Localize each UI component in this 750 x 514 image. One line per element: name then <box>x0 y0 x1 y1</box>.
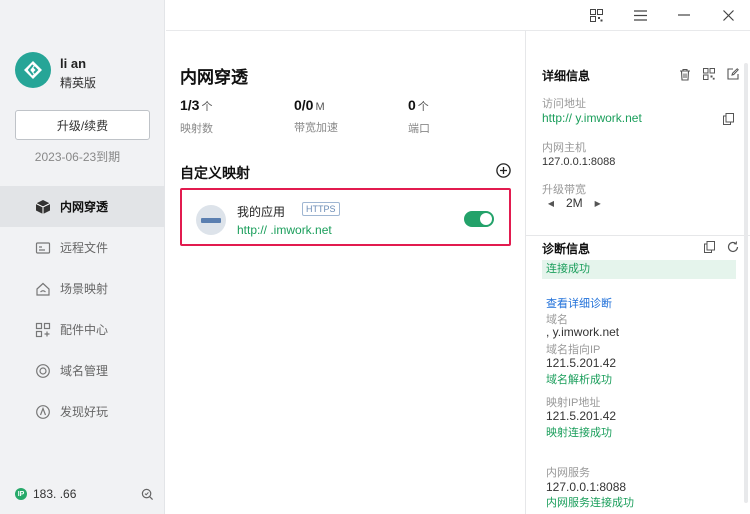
sidebar-nav: 内网穿透 远程文件 场景映射 配件中心 域名管理 发现好玩 <box>0 186 165 432</box>
stat-label: 映射数 <box>180 123 213 135</box>
section-title: 自定义映射 <box>180 165 250 181</box>
details-title: 详细信息 <box>542 69 591 83</box>
edit-icon[interactable] <box>726 67 740 81</box>
access-label: 访问地址 <box>542 98 586 110</box>
sidebar-item-label: 远程文件 <box>60 241 109 255</box>
mapping-name: 我的应用 <box>237 205 286 219</box>
menu-icon[interactable] <box>618 0 662 30</box>
globe-icon <box>34 362 52 380</box>
sidebar-item-discover[interactable]: 发现好玩 <box>0 391 165 432</box>
sidebar-item-label: 场景映射 <box>60 282 109 296</box>
detail-diagnosis-link[interactable]: 查看详细诊断 <box>546 295 612 311</box>
stat-value: 1/3 <box>180 97 200 113</box>
details-toolbar <box>678 67 740 81</box>
user-name: li an <box>60 56 87 71</box>
copy-icon[interactable] <box>722 113 734 125</box>
bandwidth-stepper: ◀ 2M ▶ <box>546 196 603 210</box>
stat-unit: M <box>315 101 325 113</box>
minimize-icon[interactable] <box>662 0 706 30</box>
sidebar-item-tunnel[interactable]: 内网穿透 <box>0 186 165 227</box>
diagnosis-title: 诊断信息 <box>542 242 591 256</box>
expiry-date: 2023-06-23到期 <box>34 150 121 164</box>
sidebar-item-label: 发现好玩 <box>60 405 109 419</box>
sidebar-item-label: 配件中心 <box>60 323 109 337</box>
stat-bandwidth: 0/0 M 带宽加速 <box>294 97 408 136</box>
mapped-ip-value: 121.5.201.42 <box>546 409 617 423</box>
mapping-toggle[interactable] <box>464 211 494 227</box>
protocol-badge: HTTPS <box>302 202 340 216</box>
bandwidth-label: 升级带宽 <box>542 184 586 196</box>
stat-ports: 0个 端口 <box>408 97 522 136</box>
sidebar: li an 精英版 升级/续费 2023-06-23到期 内网穿透 远程文件 场… <box>0 0 165 514</box>
domain-ip-status: 域名解析成功 <box>546 374 612 386</box>
stats-row: 1/3 个 映射数 0/0 M 带宽加速 0个 端口 <box>180 97 522 136</box>
stat-value: 0 <box>408 97 416 113</box>
compass-icon <box>34 403 52 421</box>
page-title: 内网穿透 <box>180 68 248 87</box>
detail-panel: 详细信息 访问地址 http:// y.imwork.net 内网主机 127.… <box>525 30 750 514</box>
copy-icon[interactable] <box>702 240 716 254</box>
trash-icon[interactable] <box>678 67 692 81</box>
service-value: 127.0.0.1:8088 <box>546 480 627 494</box>
refresh-icon[interactable] <box>726 240 740 254</box>
user-plan: 精英版 <box>60 76 97 90</box>
app-logo-icon <box>15 52 51 88</box>
mapping-url[interactable]: http:// .imwork.net <box>237 223 332 237</box>
stat-unit: 个 <box>201 101 213 113</box>
stat-mappings: 1/3 个 映射数 <box>180 97 294 136</box>
stat-label: 端口 <box>408 123 430 135</box>
domain-ip-value: 121.5.201.42 <box>546 356 617 370</box>
ip-status: IP 183. .66 <box>15 486 155 502</box>
host-label: 内网主机 <box>542 142 586 154</box>
app-icon <box>196 205 226 235</box>
panel-scrollbar[interactable] <box>744 63 748 503</box>
upgrade-button[interactable]: 升级/续费 <box>15 110 150 140</box>
ip-badge-icon: IP <box>15 488 27 500</box>
mapping-card[interactable]: 我的应用 HTTPS http:// .imwork.net <box>180 188 511 246</box>
mapped-ip-label: 映射IP地址 <box>546 397 601 409</box>
sidebar-item-remote-files[interactable]: 远程文件 <box>0 227 165 268</box>
panel-divider <box>526 235 750 236</box>
domain-value: , y.imwork.net <box>546 325 620 339</box>
plus-circle-icon <box>495 162 511 178</box>
domain-ip-label: 域名指向IP <box>546 344 601 356</box>
ip-address: 183. .66 <box>33 487 77 501</box>
diagnosis-toolbar <box>702 240 740 254</box>
stat-label: 带宽加速 <box>294 122 338 134</box>
service-label: 内网服务 <box>546 467 590 479</box>
ip-refresh-icon[interactable] <box>139 486 155 502</box>
grid-plus-icon <box>34 321 52 339</box>
sidebar-item-domains[interactable]: 域名管理 <box>0 350 165 391</box>
stat-unit: 个 <box>417 101 429 113</box>
sidebar-item-label: 域名管理 <box>60 364 109 378</box>
mapped-ip-status: 映射连接成功 <box>546 427 612 439</box>
sidebar-item-label: 内网穿透 <box>60 200 109 214</box>
home-icon <box>34 280 52 298</box>
access-url[interactable]: http:// y.imwork.net <box>542 111 642 125</box>
main-content: 内网穿透 1/3 个 映射数 0/0 M 带宽加速 0个 端口 自定义映射 我的应用… <box>166 30 525 514</box>
folder-icon <box>34 239 52 257</box>
sidebar-item-accessories[interactable]: 配件中心 <box>0 309 165 350</box>
window-controls <box>574 0 750 30</box>
sidebar-item-scene-mapping[interactable]: 场景映射 <box>0 268 165 309</box>
close-icon[interactable] <box>706 0 750 30</box>
qr-code-icon[interactable] <box>702 67 716 81</box>
decrease-icon[interactable]: ◀ <box>546 197 556 209</box>
qr-code-icon[interactable] <box>574 0 618 30</box>
increase-icon[interactable]: ▶ <box>593 197 603 209</box>
cube-icon <box>34 198 52 216</box>
add-mapping-button[interactable] <box>495 162 511 178</box>
bandwidth-value: 2M <box>566 196 583 210</box>
service-status: 内网服务连接成功 <box>546 497 634 509</box>
host-value: 127.0.0.1:8088 <box>542 156 616 168</box>
connection-status: 连接成功 <box>542 260 736 279</box>
stat-value: 0/0 <box>294 97 314 113</box>
